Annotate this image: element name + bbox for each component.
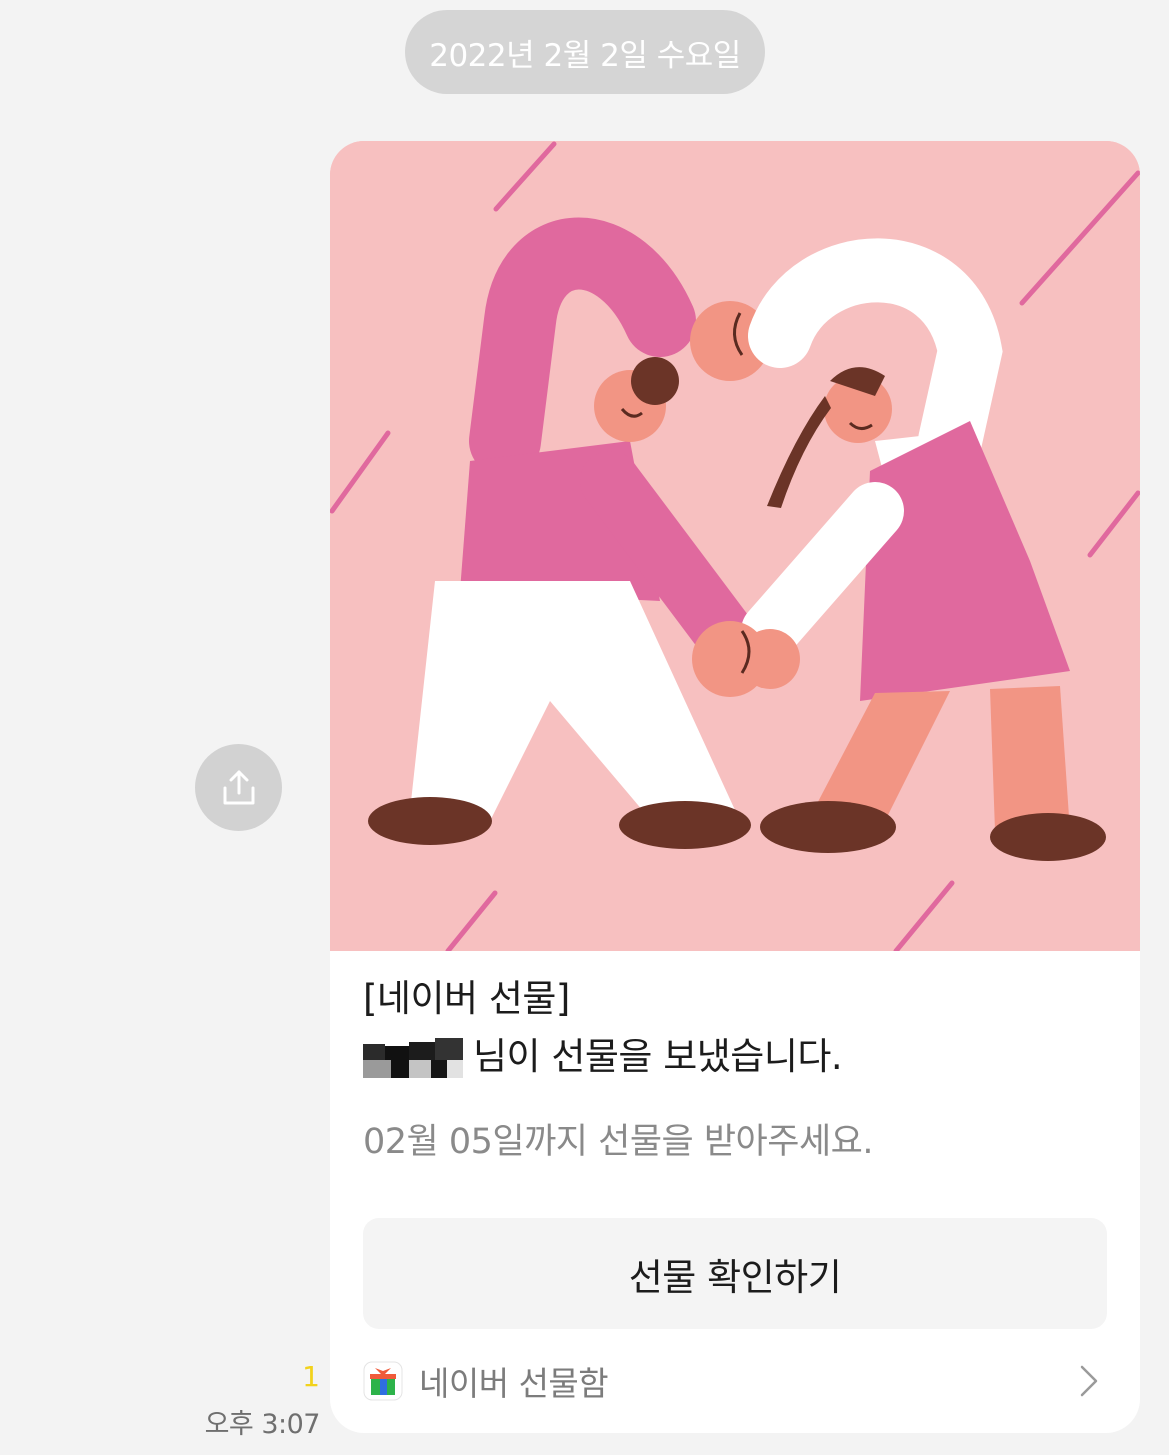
redacted-sender-name bbox=[363, 1034, 465, 1080]
gift-message-card[interactable]: [네이버 선물] 님이 선물을 보냈습니다. 02월 05일까지 선물을 받아주… bbox=[330, 141, 1140, 1433]
gift-card-title: [네이버 선물] bbox=[363, 977, 570, 1020]
message-time: 오후 3:07 bbox=[204, 1409, 321, 1440]
gift-box-icon bbox=[363, 1361, 403, 1401]
unread-count: 1 bbox=[302, 1360, 320, 1393]
gift-card-body: [네이버 선물] 님이 선물을 보냈습니다. 02월 05일까지 선물을 받아주… bbox=[363, 971, 1107, 1167]
sender-message-text: 님이 선물을 보냈습니다. bbox=[473, 1035, 843, 1078]
gift-box-link-label: 네이버 선물함 bbox=[419, 1364, 609, 1403]
gift-box-link[interactable]: 네이버 선물함 bbox=[363, 1353, 1107, 1409]
share-upload-icon bbox=[223, 770, 254, 804]
share-button[interactable] bbox=[195, 744, 282, 831]
chevron-right-icon bbox=[1080, 1365, 1098, 1397]
gift-deadline: 02월 05일까지 선물을 받아주세요. bbox=[363, 1122, 873, 1162]
gift-illustration bbox=[330, 141, 1140, 954]
sender-line: 님이 선물을 보냈습니다. bbox=[363, 1029, 1107, 1085]
check-gift-button[interactable]: 선물 확인하기 bbox=[363, 1218, 1107, 1329]
date-divider: 2022년 2월 2일 수요일 bbox=[405, 10, 765, 94]
